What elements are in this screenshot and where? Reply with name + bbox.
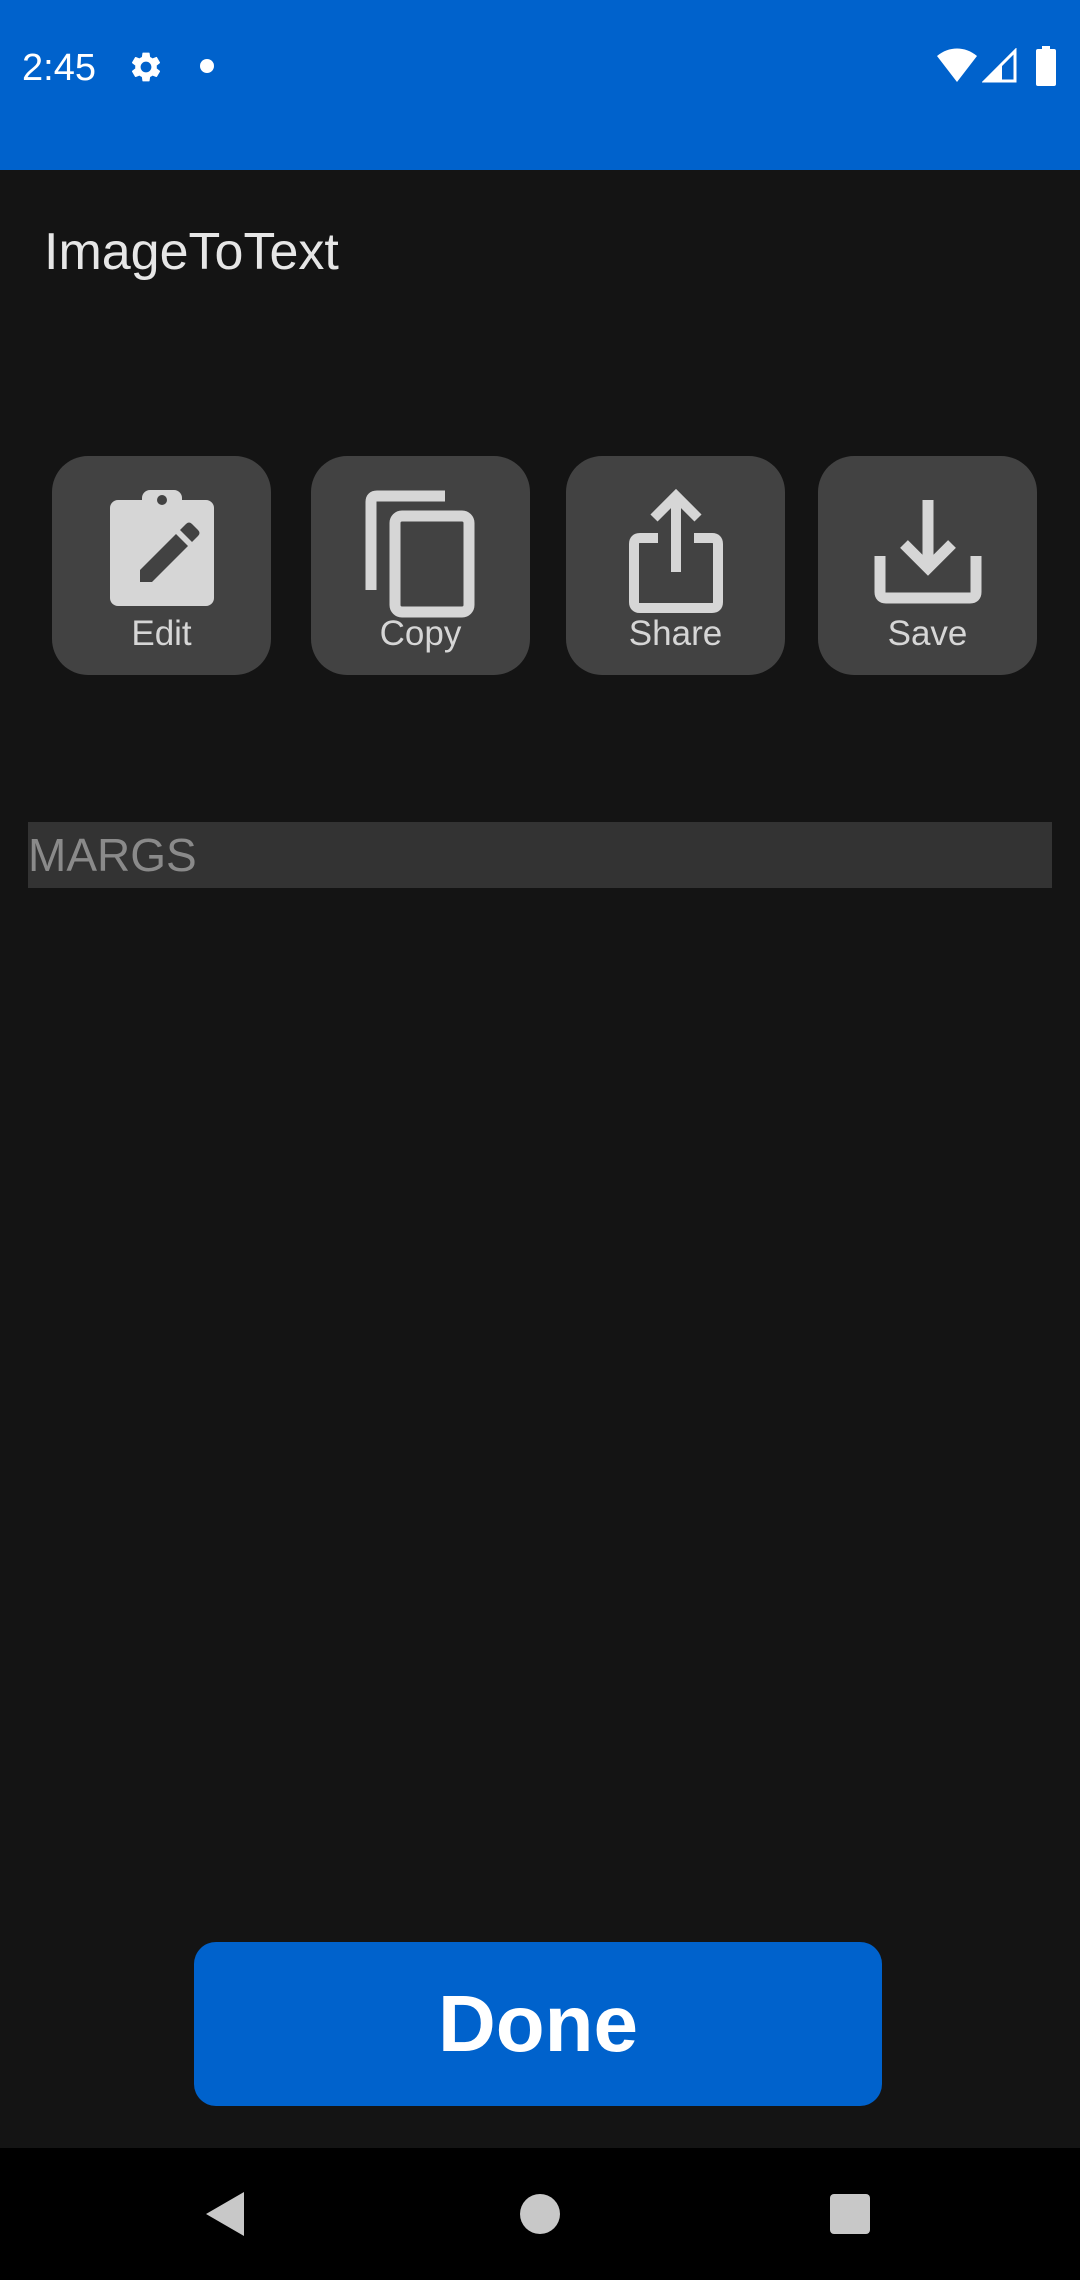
notification-dot-icon bbox=[200, 59, 214, 73]
screen: 2:45 ImageToText Edit Copy Share Save MA… bbox=[0, 0, 1080, 2280]
home-icon[interactable] bbox=[520, 2194, 560, 2234]
share-icon bbox=[628, 488, 723, 613]
app-title: ImageToText bbox=[44, 223, 339, 281]
back-icon[interactable] bbox=[204, 2190, 248, 2238]
copy-label: Copy bbox=[379, 614, 462, 653]
save-button[interactable]: Save bbox=[818, 456, 1037, 675]
signal-icon bbox=[982, 48, 1017, 83]
edit-clipboard-icon bbox=[109, 490, 214, 606]
share-label: Share bbox=[628, 614, 723, 653]
battery-icon bbox=[1036, 46, 1056, 86]
copy-button[interactable]: Copy bbox=[311, 456, 530, 675]
copy-icon bbox=[365, 490, 474, 618]
wifi-icon bbox=[937, 48, 977, 82]
status-bar: 2:45 bbox=[0, 0, 1080, 170]
navigation-bar bbox=[0, 2148, 1080, 2280]
save-label: Save bbox=[887, 614, 968, 653]
share-button[interactable]: Share bbox=[566, 456, 785, 675]
gear-icon bbox=[131, 52, 161, 82]
recents-icon[interactable] bbox=[830, 2194, 870, 2234]
edit-button[interactable]: Edit bbox=[52, 456, 271, 675]
save-download-icon bbox=[874, 500, 981, 604]
edit-label: Edit bbox=[131, 614, 192, 653]
status-time: 2:45 bbox=[22, 47, 96, 89]
done-button[interactable]: Done bbox=[194, 1942, 882, 2106]
recognized-text-field[interactable] bbox=[28, 822, 1052, 888]
